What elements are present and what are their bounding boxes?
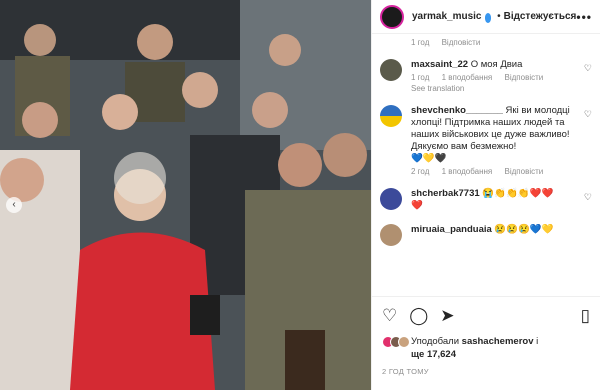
- liked-by-avatars: [382, 336, 410, 348]
- caption-reply-link[interactable]: Відповісти: [442, 38, 481, 47]
- caption-time: 1 год: [411, 38, 430, 47]
- comment-time: 2 год: [411, 167, 430, 176]
- separator-dot: •: [497, 11, 501, 22]
- post-sidebar: yarmak_music • Відстежується ••• 1 год В…: [371, 0, 600, 390]
- see-translation-link[interactable]: See translation: [411, 84, 553, 93]
- comment-emoji: ❤️: [411, 200, 423, 211]
- comment-item: maxsaint_22 О моя Двиа 1 год 1 вподобанн…: [380, 59, 592, 93]
- comment-likes[interactable]: 1 вподобання: [442, 73, 493, 82]
- comment-reply-link[interactable]: Відповісти: [505, 73, 544, 82]
- avatar[interactable]: [380, 59, 402, 81]
- liked-by: Уподобали sashachemerov і ще 17,624: [382, 335, 590, 361]
- comment-item: miruaia_panduaia 😢😢😢💙💛: [380, 224, 592, 246]
- comment-text: О моя Двиа: [470, 59, 523, 70]
- comment-username[interactable]: maxsaint_22: [411, 59, 468, 70]
- following-button[interactable]: Відстежується: [504, 11, 577, 22]
- comment-icon[interactable]: ◯: [409, 306, 428, 326]
- previous-arrow-icon[interactable]: ‹: [6, 197, 22, 213]
- comment-likes[interactable]: 1 вподобання: [442, 167, 493, 176]
- likes-count[interactable]: ще 17,624: [411, 349, 456, 360]
- comment-text: 😭👏👏👏❤️❤️: [482, 188, 554, 199]
- heart-icon[interactable]: ♡: [584, 109, 592, 120]
- video-frame-image: [0, 0, 371, 390]
- avatar[interactable]: [380, 105, 402, 127]
- comment-emoji: 💙💛🖤: [411, 153, 447, 164]
- avatar[interactable]: [380, 4, 404, 29]
- share-icon[interactable]: ➤: [440, 306, 454, 326]
- post-time: 2 ГОД ТОМУ: [382, 367, 429, 376]
- comment-item: shcherbak7731 😭👏👏👏❤️❤️ ❤️ ♡: [380, 188, 592, 212]
- heart-icon[interactable]: ♡: [584, 192, 592, 203]
- author-username[interactable]: yarmak_music: [412, 11, 482, 22]
- post-video[interactable]: ‹: [0, 0, 371, 390]
- post-actions: ♡ ◯ ➤ ▯ Уподобали sashachemerov і ще 17,…: [372, 296, 600, 376]
- comment-text: 😢😢😢💙💛: [494, 224, 554, 235]
- heart-icon[interactable]: ♡: [382, 306, 397, 326]
- heart-icon[interactable]: ♡: [584, 63, 592, 74]
- more-options-icon[interactable]: •••: [576, 10, 592, 24]
- comment-username[interactable]: shevchenko_______: [411, 105, 503, 116]
- comment-list: 1 год Відповісти maxsaint_22 О моя Двиа …: [372, 34, 600, 284]
- liked-by-user[interactable]: sashachemerov: [462, 336, 534, 347]
- comment-item: shevchenko_______ Які ви молодці хлопці!…: [380, 105, 592, 176]
- comment-username[interactable]: shcherbak7731: [411, 188, 480, 199]
- avatar[interactable]: [380, 224, 402, 246]
- verified-icon: [484, 12, 492, 23]
- liked-by-prefix: Уподобали: [411, 336, 462, 347]
- comment-reply-link[interactable]: Відповісти: [505, 167, 544, 176]
- caption-meta: 1 год Відповісти: [380, 38, 592, 47]
- comment-username[interactable]: miruaia_panduaia: [411, 224, 492, 235]
- avatar[interactable]: [380, 188, 402, 210]
- post-header: yarmak_music • Відстежується •••: [372, 0, 600, 34]
- comment-time: 1 год: [411, 73, 430, 82]
- bookmark-icon[interactable]: ▯: [581, 306, 590, 326]
- liked-by-suffix: і: [533, 336, 539, 347]
